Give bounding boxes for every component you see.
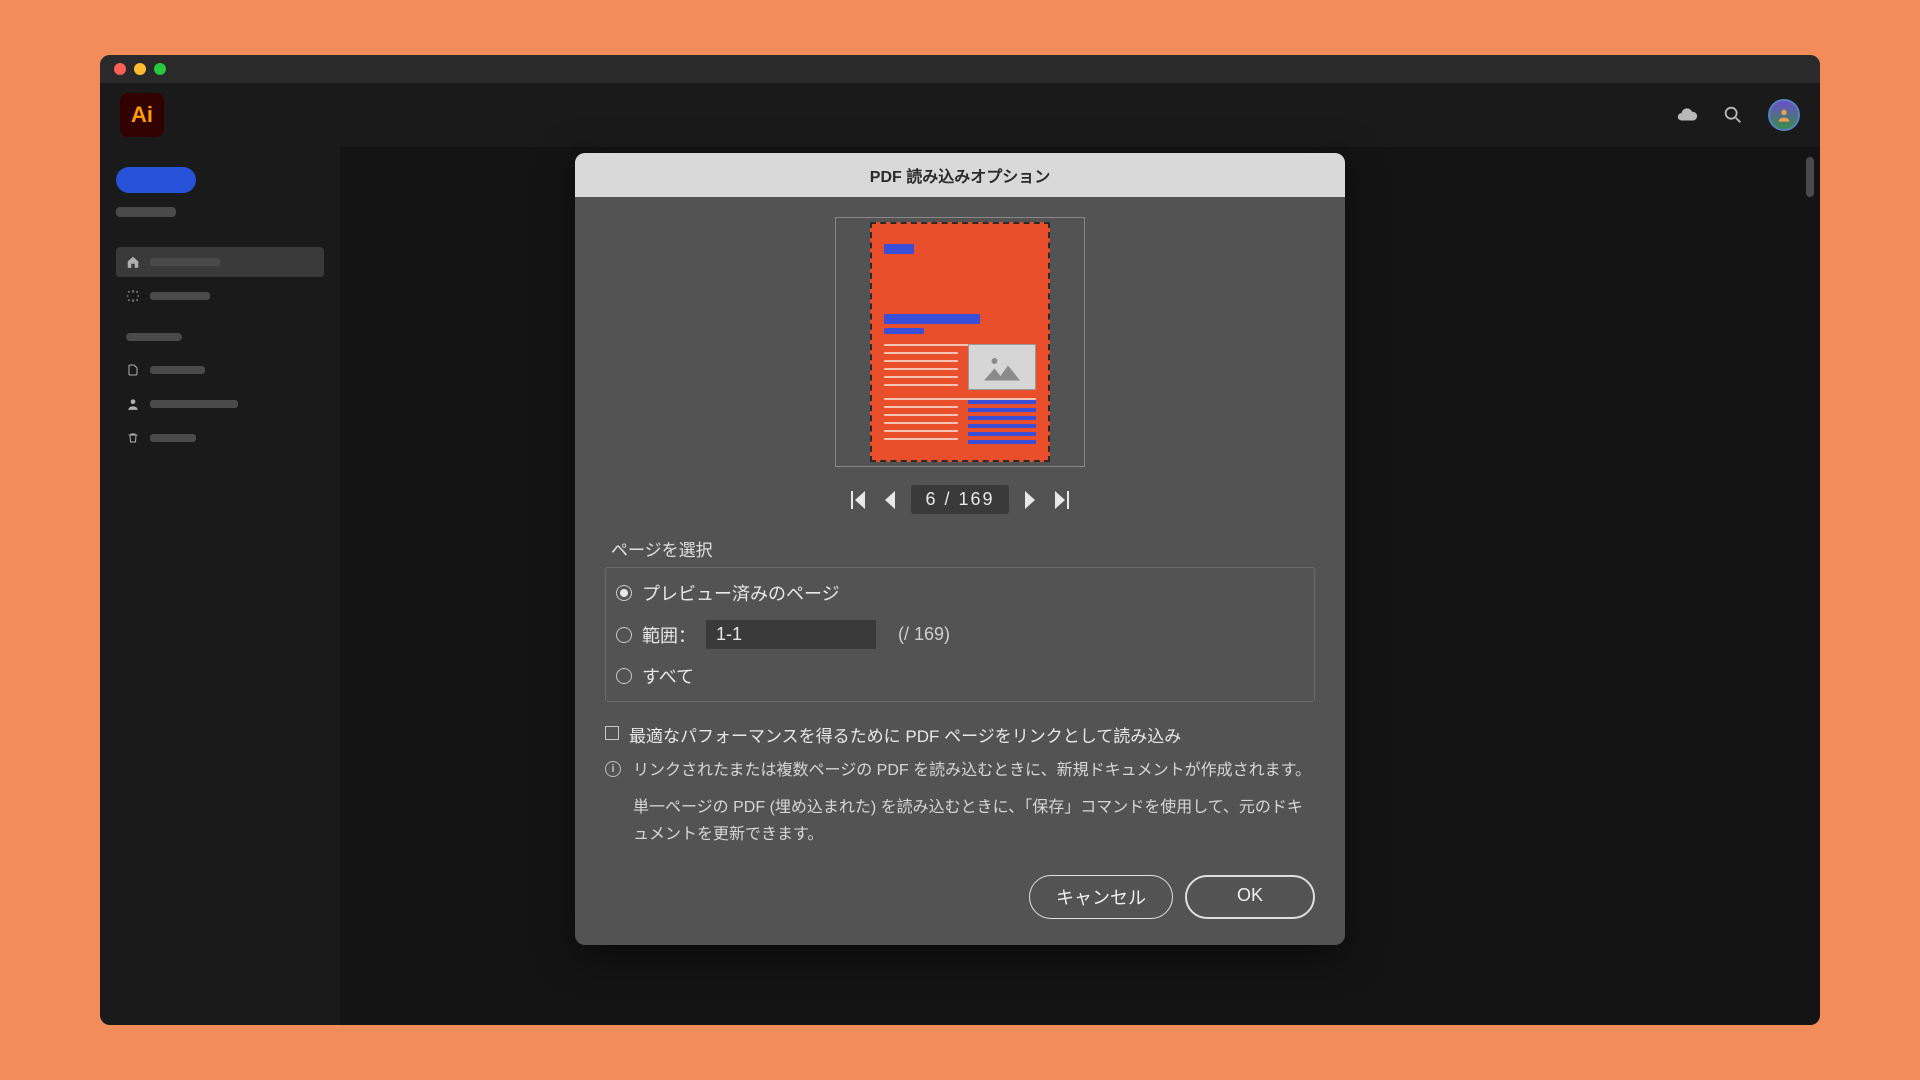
radio-label: プレビュー済みのページ — [642, 580, 840, 606]
sidebar-item-label — [150, 434, 196, 442]
window-zoom-dot[interactable] — [154, 63, 166, 75]
info-text: リンクされたまたは複数ページの PDF を読み込むときに、新規ドキュメントが作成… — [633, 757, 1311, 784]
dialog-buttons: キャンセル OK — [605, 875, 1315, 919]
page-select-label: ページを選択 — [605, 536, 1315, 561]
dialog-title: PDF 読み込みオプション — [575, 153, 1345, 197]
last-page-button[interactable] — [1053, 491, 1069, 509]
app-logo: Ai — [120, 93, 164, 137]
preview-frame — [835, 217, 1085, 467]
page-navigator: 6 / 169 — [605, 485, 1315, 514]
person-icon — [126, 397, 140, 411]
range-input[interactable] — [706, 620, 876, 649]
window-titlebar — [100, 55, 1820, 83]
window-close-dot[interactable] — [114, 63, 126, 75]
page-indicator[interactable]: 6 / 169 — [911, 485, 1008, 514]
prev-page-button[interactable] — [883, 491, 895, 509]
sparkle-icon — [126, 289, 140, 303]
radio-all[interactable]: すべて — [616, 663, 1304, 689]
dialog-body: 6 / 169 ページを選択 プレビュー済みのページ 範囲： (/ 169) — [575, 197, 1345, 945]
radio-icon — [616, 585, 632, 601]
sidebar-item-shared[interactable] — [116, 389, 324, 419]
sidebar-item-files[interactable] — [116, 355, 324, 385]
radio-icon — [616, 668, 632, 684]
toolbar-right — [1676, 99, 1800, 131]
radio-label: すべて — [642, 663, 694, 689]
user-avatar[interactable] — [1768, 99, 1800, 131]
top-toolbar: Ai — [100, 83, 1820, 147]
radio-label: 範囲： — [642, 622, 696, 648]
current-page: 6 — [925, 489, 937, 509]
sidebar-skel — [116, 207, 176, 217]
trash-icon — [126, 431, 140, 445]
first-page-button[interactable] — [851, 491, 867, 509]
image-placeholder-icon — [968, 344, 1036, 390]
search-icon[interactable] — [1722, 104, 1744, 126]
link-pages-checkbox[interactable]: 最適なパフォーマンスを得るために PDF ページをリンクとして読み込み — [605, 722, 1315, 747]
app-window: Ai — [100, 55, 1820, 1025]
info-text: 単一ページの PDF (埋め込まれた) を読み込むときに、「保存」コマンドを使用… — [605, 794, 1315, 848]
info-icon: i — [605, 761, 621, 777]
info-note: i リンクされたまたは複数ページの PDF を読み込むときに、新規ドキュメントが… — [605, 757, 1315, 784]
scrollbar[interactable] — [1806, 157, 1814, 197]
cloud-icon[interactable] — [1676, 104, 1698, 126]
info-note-2: 単一ページの PDF (埋め込まれた) を読み込むときに、「保存」コマンドを使用… — [605, 794, 1315, 848]
page-select-group: プレビュー済みのページ 範囲： (/ 169) すべて — [605, 567, 1315, 702]
sidebar-item-label — [150, 258, 220, 266]
sidebar-pill[interactable] — [116, 167, 196, 193]
sidebar-item-label — [150, 292, 210, 300]
sidebar-item-label — [150, 366, 205, 374]
ok-button[interactable]: OK — [1185, 875, 1315, 919]
next-page-button[interactable] — [1025, 491, 1037, 509]
sidebar-item-learn[interactable] — [116, 281, 324, 311]
cancel-button[interactable]: キャンセル — [1029, 875, 1173, 919]
total-pages: 169 — [959, 489, 995, 509]
window-minimize-dot[interactable] — [134, 63, 146, 75]
radio-icon — [616, 627, 632, 643]
page-preview-frame — [605, 217, 1315, 467]
file-icon — [126, 363, 140, 377]
radio-previewed[interactable]: プレビュー済みのページ — [616, 580, 1304, 606]
sidebar-item-label — [150, 400, 238, 408]
checkbox-label: 最適なパフォーマンスを得るために PDF ページをリンクとして読み込み — [629, 722, 1181, 747]
preview-page — [870, 222, 1050, 462]
range-total: (/ 169) — [898, 624, 950, 645]
sidebar-section — [126, 333, 182, 341]
checkbox-icon — [605, 726, 619, 740]
pdf-import-dialog: PDF 読み込みオプション — [575, 153, 1345, 945]
home-icon — [126, 255, 140, 269]
sidebar-item-trash[interactable] — [116, 423, 324, 453]
radio-range[interactable]: 範囲： (/ 169) — [616, 620, 1304, 649]
sidebar — [100, 147, 340, 1025]
sidebar-item-home[interactable] — [116, 247, 324, 277]
